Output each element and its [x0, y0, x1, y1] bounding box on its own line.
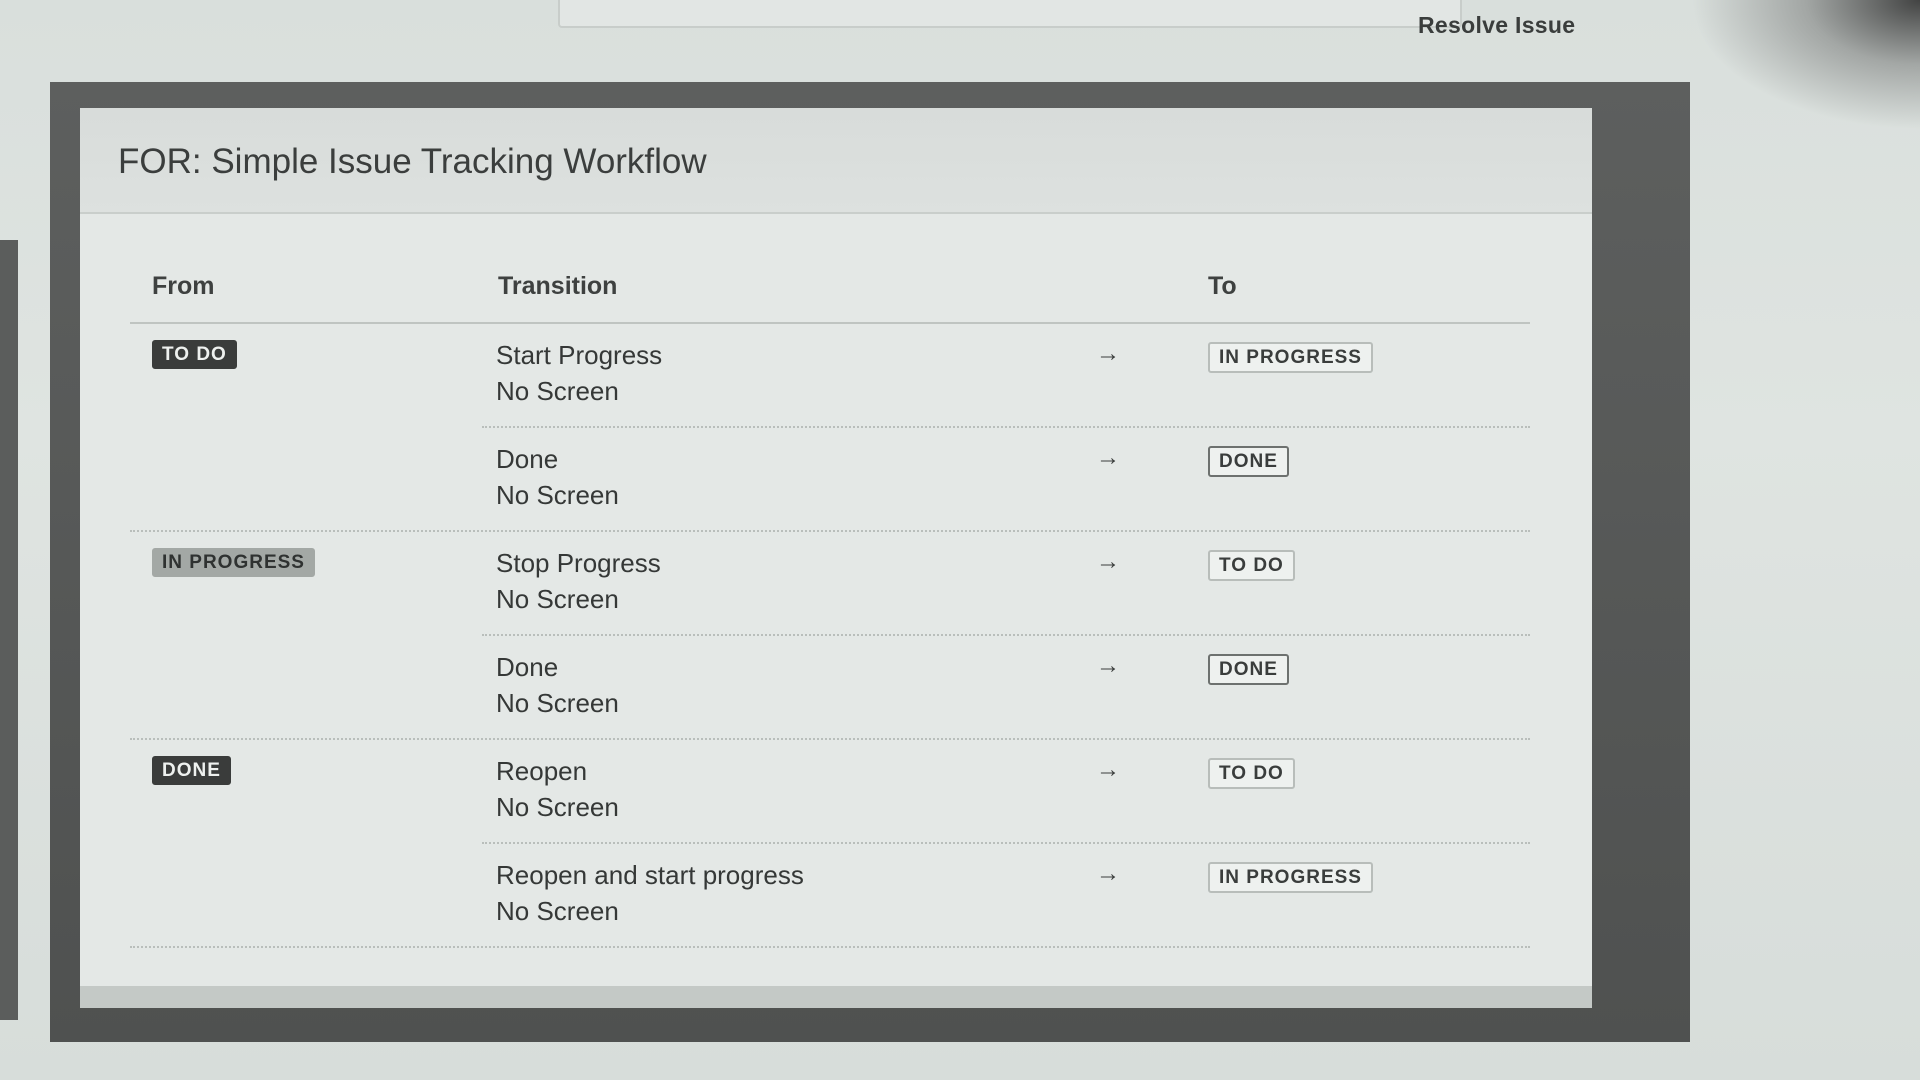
- transition-row: Done No Screen → DONE: [482, 634, 1530, 738]
- column-header-transition: Transition: [498, 272, 618, 300]
- from-status: TO DO: [152, 340, 237, 369]
- dialog-header: FOR: Simple Issue Tracking Workflow: [80, 108, 1592, 214]
- workflow-dialog: FOR: Simple Issue Tracking Workflow From…: [80, 108, 1592, 1008]
- transition-row: Stop Progress No Screen → TO DO: [482, 532, 1530, 634]
- dialog-footer: [80, 986, 1592, 1008]
- frame-left-edge: [0, 240, 18, 1020]
- status-lozenge-in-progress: IN PROGRESS: [152, 548, 315, 577]
- dialog-title: FOR: Simple Issue Tracking Workflow: [118, 142, 707, 181]
- transition-name-link[interactable]: Stop Progress: [496, 548, 661, 579]
- corner-shadow: [1690, 0, 1920, 130]
- arrow-icon: →: [1096, 756, 1120, 783]
- status-lozenge-todo: TO DO: [1208, 758, 1295, 789]
- transition-name-link[interactable]: Done: [496, 652, 558, 683]
- to-status: TO DO: [1208, 550, 1295, 581]
- transition-name-link[interactable]: Done: [496, 444, 558, 475]
- transition-screen: No Screen: [496, 584, 619, 614]
- arrow-icon: →: [1096, 340, 1120, 367]
- to-status: IN PROGRESS: [1208, 342, 1373, 373]
- transition-screen: No Screen: [496, 792, 619, 822]
- transition-name-link[interactable]: Start Progress: [496, 340, 662, 371]
- transition-screen: No Screen: [496, 688, 619, 718]
- transition-row: Reopen No Screen → TO DO: [482, 740, 1530, 842]
- status-lozenge-todo: TO DO: [1208, 550, 1295, 581]
- transition-row: Start Progress No Screen → IN PROGRESS: [482, 324, 1530, 426]
- to-status: DONE: [1208, 654, 1289, 685]
- arrow-icon: →: [1096, 652, 1120, 679]
- status-lozenge-in-progress: IN PROGRESS: [1208, 342, 1373, 373]
- column-header-from: From: [152, 272, 215, 300]
- from-status: DONE: [152, 756, 231, 785]
- from-status: IN PROGRESS: [152, 548, 315, 577]
- table-header: From Transition To: [130, 262, 1530, 324]
- transition-row: Reopen and start progress No Screen → IN…: [482, 842, 1530, 946]
- status-lozenge-in-progress: IN PROGRESS: [1208, 862, 1373, 893]
- status-group-in-progress: IN PROGRESS Stop Progress No Screen → TO…: [130, 532, 1530, 740]
- status-lozenge-done: DONE: [1208, 654, 1289, 685]
- to-status: TO DO: [1208, 758, 1295, 789]
- transition-name-link[interactable]: Reopen and start progress: [496, 860, 804, 891]
- transition-screen: No Screen: [496, 896, 619, 926]
- arrow-icon: →: [1096, 548, 1120, 575]
- to-status: DONE: [1208, 446, 1289, 477]
- transition-row: Done No Screen → DONE: [482, 426, 1530, 530]
- status-lozenge-todo: TO DO: [152, 340, 237, 369]
- column-header-to: To: [1208, 272, 1237, 300]
- transition-screen: No Screen: [496, 376, 619, 406]
- arrow-icon: →: [1096, 860, 1120, 887]
- workflow-table: From Transition To TO DO Start Progress …: [130, 262, 1530, 948]
- transition-screen: No Screen: [496, 480, 619, 510]
- transition-name-link[interactable]: Reopen: [496, 756, 587, 787]
- status-lozenge-done: DONE: [1208, 446, 1289, 477]
- status-group-todo: TO DO Start Progress No Screen → IN PROG…: [130, 324, 1530, 532]
- top-panel-edge: [558, 0, 1462, 28]
- status-lozenge-done: DONE: [152, 756, 231, 785]
- status-group-done: DONE Reopen No Screen → TO DO Reopen and…: [130, 740, 1530, 948]
- to-status: IN PROGRESS: [1208, 862, 1373, 893]
- arrow-icon: →: [1096, 444, 1120, 471]
- resolve-issue-button[interactable]: Resolve Issue: [1418, 12, 1575, 39]
